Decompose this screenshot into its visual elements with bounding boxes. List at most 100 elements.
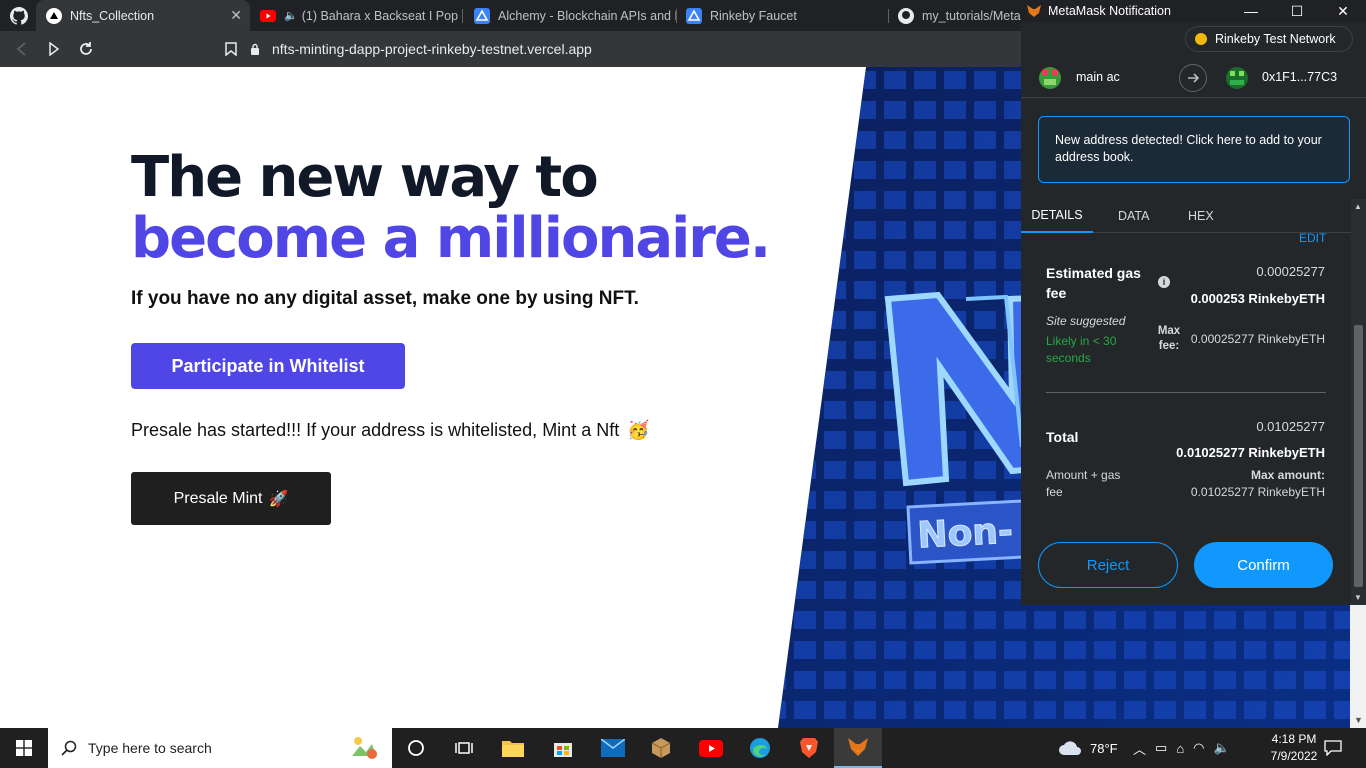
presale-mint-button[interactable]: Presale Mint 🚀 (131, 472, 331, 525)
temperature: 78°F (1090, 740, 1118, 756)
edit-gas-link[interactable]: EDIT (1299, 231, 1326, 245)
address-bar[interactable]: nfts-minting-dapp-project-rinkeby-testne… (248, 36, 1008, 62)
cloud-icon (1059, 741, 1081, 755)
from-account-name: main ac (1076, 70, 1120, 84)
url-text: nfts-minting-dapp-project-rinkeby-testne… (272, 41, 592, 57)
hero-headline: The new way to become a millionaire. (131, 145, 771, 269)
alchemy-icon (474, 7, 490, 24)
participate-whitelist-button[interactable]: Participate in Whitelist (131, 343, 405, 389)
weather-widget[interactable]: 78°F (1058, 728, 1118, 768)
scroll-up-arrow-icon[interactable]: ▲ (1354, 202, 1362, 211)
scroll-down-arrow-icon[interactable]: ▼ (1354, 715, 1363, 725)
max-fee-value: 0.00025277 RinkebyETH (1190, 332, 1325, 346)
windows-taskbar: Type here to search 78°F ︿ ▭ ⌂ ◠ 🔈 4:18 … (0, 728, 1366, 768)
metamask-scroll-thumb[interactable] (1354, 325, 1363, 587)
presale-status: Presale has started!!! If your address i… (131, 420, 650, 441)
close-icon[interactable]: ✕ (1320, 0, 1366, 22)
tab-github-tutorials[interactable]: my_tutorials/MetaM (888, 0, 1021, 31)
taskbar-search-box[interactable]: Type here to search (48, 728, 392, 768)
site-suggested-label: Site suggested (1046, 314, 1126, 328)
to-account-address[interactable]: 0x1F1...77C3 (1262, 70, 1337, 84)
speaker-icon[interactable]: 🔈 (284, 9, 298, 22)
back-icon[interactable] (10, 37, 34, 61)
network-selector[interactable]: Rinkeby Test Network (1185, 26, 1353, 52)
github-icon[interactable] (10, 7, 29, 25)
system-tray-icons: ︿ ▭ ⌂ ◠ 🔈 (1133, 728, 1230, 768)
forward-icon[interactable] (42, 37, 66, 61)
edge-icon[interactable] (736, 728, 784, 768)
brave-icon[interactable] (785, 728, 833, 768)
tab-rinkeby-faucet[interactable]: Rinkeby Faucet (676, 0, 888, 31)
lock-icon[interactable] (248, 42, 262, 56)
mail-icon[interactable] (589, 728, 637, 768)
tab-title: Nfts_Collection (70, 8, 155, 23)
rocket-icon: 🚀 (268, 490, 289, 508)
minimize-icon[interactable]: — (1228, 0, 1274, 22)
confirm-button[interactable]: Confirm (1194, 542, 1333, 588)
gas-fee-eth: 0.000253 RinkebyETH (1190, 291, 1325, 306)
search-placeholder: Type here to search (88, 740, 212, 756)
chevron-up-icon[interactable]: ︿ (1133, 739, 1146, 758)
presale-mint-label: Presale Mint (173, 489, 263, 507)
tab-title: Rinkeby Faucet (710, 8, 797, 23)
tab-nfts-collection[interactable]: Nfts_Collection ✕ (36, 0, 250, 31)
wifi-icon[interactable]: ◠ (1193, 740, 1204, 756)
maximize-icon[interactable]: ☐ (1274, 0, 1320, 22)
max-fee-label: Max fee: (1157, 325, 1181, 352)
tab-title: (1) Bahara x Backseat I Pop Sm (301, 8, 462, 23)
info-icon[interactable]: i (1158, 276, 1170, 288)
party-face-icon: 🥳 (627, 420, 650, 440)
metamask-taskbar-icon[interactable] (834, 728, 882, 768)
tab-title: my_tutorials/MetaM (922, 8, 1021, 23)
presale-status-text: Presale has started!!! If your address i… (131, 420, 620, 440)
tab-separator (462, 9, 463, 23)
bookmark-icon[interactable] (219, 37, 243, 61)
task-view-circle-icon[interactable] (392, 728, 440, 768)
likely-time-label: Likely in < 30 seconds (1046, 334, 1117, 365)
new-address-notice[interactable]: New address detected! Click here to add … (1038, 116, 1350, 183)
clock-date: 7/9/2022 (1270, 749, 1318, 763)
metamask-notification-window: MetaMask Notification — ☐ ✕ Rinkeby Test… (1021, 0, 1366, 605)
package-app-icon[interactable] (637, 728, 685, 768)
clock-time: 4:18 PM (1271, 732, 1317, 746)
tab-details[interactable]: DETAILS (1021, 199, 1093, 233)
hero-subtitle: If you have no any digital asset, make o… (131, 288, 639, 309)
alchemy-icon (686, 7, 702, 24)
tab-data[interactable]: DATA (1118, 199, 1149, 233)
estimated-gas-label: Estimated gas fee (1046, 265, 1141, 301)
network-name: Rinkeby Test Network (1215, 32, 1336, 46)
metamask-title-bar: MetaMask Notification — ☐ ✕ (1021, 0, 1366, 22)
volume-icon[interactable]: 🔈 (1214, 740, 1230, 756)
youtube-app-icon[interactable] (687, 728, 735, 768)
total-label: Total (1046, 429, 1079, 445)
scroll-down-arrow-icon[interactable]: ▼ (1354, 593, 1362, 602)
tab-youtube[interactable]: 🔈 (1) Bahara x Backseat I Pop Sm (250, 0, 462, 31)
github-icon (898, 7, 914, 24)
youtube-icon (260, 8, 276, 24)
max-amount-value: 0.01025277 RinkebyETH (1190, 485, 1325, 499)
battery-icon[interactable]: ▭ (1155, 740, 1167, 756)
arrow-right-icon (1179, 64, 1207, 92)
tab-title: Alchemy - Blockchain APIs and N (498, 8, 676, 23)
search-highlight-icon (350, 734, 378, 765)
reject-button[interactable]: Reject (1038, 542, 1178, 588)
headline-line-1: The new way to (131, 145, 599, 210)
task-view-icon[interactable] (440, 728, 488, 768)
microsoft-store-icon[interactable] (539, 728, 587, 768)
device-icon[interactable]: ⌂ (1176, 741, 1184, 756)
notification-center-icon[interactable] (1324, 728, 1342, 768)
metamask-tabs: DETAILS DATA HEX (1021, 199, 1351, 233)
vercel-triangle-icon (46, 7, 62, 24)
gas-fee-value: 0.00025277 (1256, 264, 1325, 279)
total-value-eth: 0.01025277 RinkebyETH (1176, 445, 1325, 460)
max-amount-label: Max amount: (1250, 468, 1325, 482)
tab-alchemy[interactable]: Alchemy - Blockchain APIs and N (464, 0, 676, 31)
tab-hex[interactable]: HEX (1188, 199, 1214, 233)
close-tab-icon[interactable]: ✕ (230, 7, 242, 24)
windows-start-icon[interactable] (0, 728, 48, 768)
file-explorer-icon[interactable] (489, 728, 537, 768)
reload-icon[interactable] (74, 37, 98, 61)
system-clock[interactable]: 4:18 PM 7/9/2022 (1270, 731, 1318, 765)
amount-gas-label: Amount + gas fee (1046, 468, 1121, 499)
section-divider (1046, 392, 1326, 393)
